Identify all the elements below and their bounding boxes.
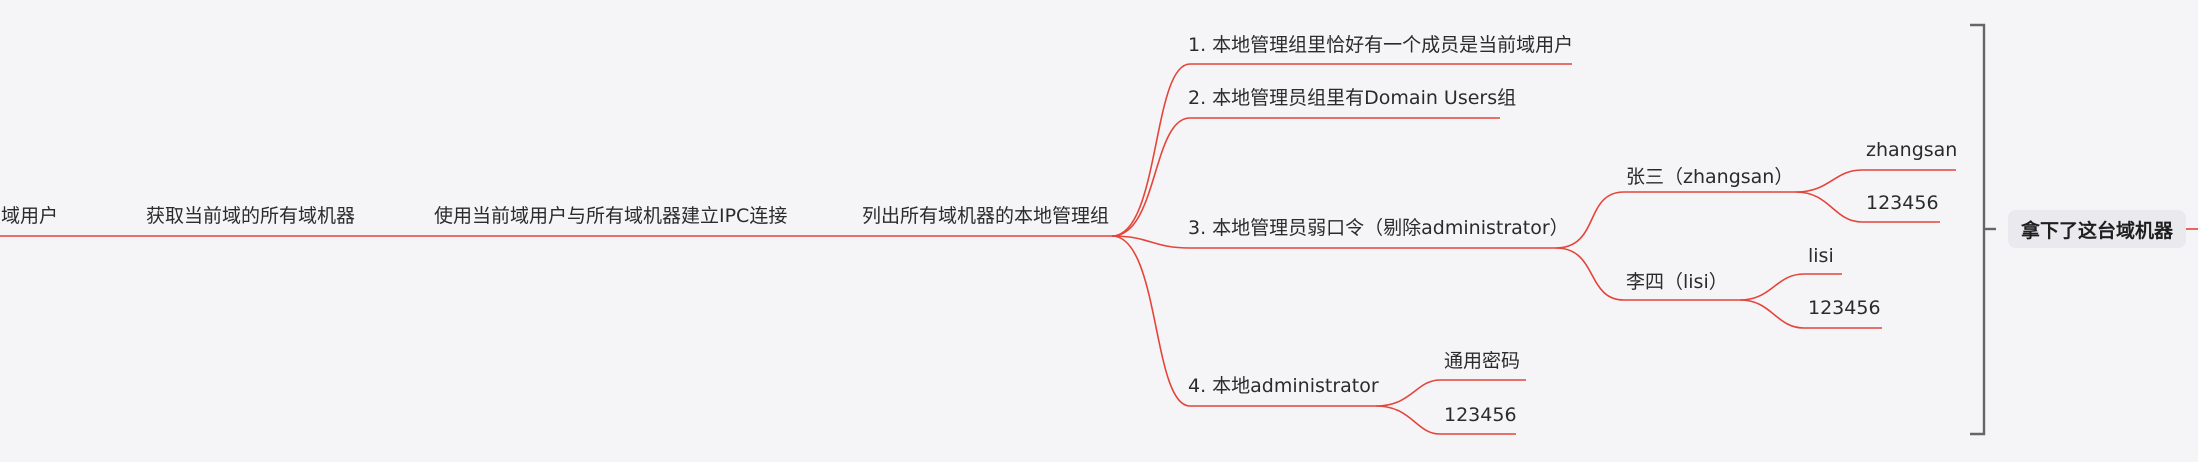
summary-node: 拿下了这台域机器 xyxy=(2008,210,2186,248)
branch4-connector xyxy=(1111,235,1191,407)
branch3-connector xyxy=(1111,235,1191,249)
zhangsan-pass-connector xyxy=(1795,191,1863,223)
zhangsan-label: 张三（zhangsan） xyxy=(1626,166,1794,188)
common-connector xyxy=(1375,379,1441,407)
zhangsan-user: zhangsan xyxy=(1866,139,1958,161)
lisi-user: lisi xyxy=(1808,245,1834,267)
lisi-connector xyxy=(1555,247,1625,301)
node-domain-user: 是域用户 xyxy=(0,205,59,227)
branch-4-label: 4. 本地administrator xyxy=(1188,375,1379,397)
lisi-pass: 123456 xyxy=(1808,297,1881,319)
lisi-label: 李四（lisi） xyxy=(1626,271,1728,293)
branch1-connector xyxy=(1111,63,1191,237)
b4-password: 123456 xyxy=(1444,404,1517,426)
node-get-domain-machines: 获取当前域的所有域机器 xyxy=(146,205,356,227)
mind-map: 是域用户 获取当前域的所有域机器 使用当前域用户与所有域机器建立IPC连接 列出… xyxy=(0,0,2198,462)
common-password-label: 通用密码 xyxy=(1444,350,1521,372)
branch2-connector xyxy=(1111,117,1191,237)
zhangsan-user-connector xyxy=(1795,169,1863,193)
branch-3-label: 3. 本地管理员弱口令（剔除administrator） xyxy=(1188,217,1569,239)
b4-pass-connector xyxy=(1375,405,1441,435)
node-ipc-connect: 使用当前域用户与所有域机器建立IPC连接 xyxy=(434,205,788,227)
lisi-user-connector xyxy=(1739,273,1805,301)
branch-1-label: 1. 本地管理组里恰好有一个成员是当前域用户 xyxy=(1188,34,1574,56)
summary-bracket xyxy=(1970,23,1986,436)
branch-2-label: 2. 本地管理员组里有Domain Users组 xyxy=(1188,87,1517,109)
node-list-admin-groups: 列出所有域机器的本地管理组 xyxy=(862,205,1110,227)
connector-lines xyxy=(0,23,2198,436)
zhangsan-pass: 123456 xyxy=(1866,192,1939,214)
lisi-pass-connector xyxy=(1739,299,1805,329)
